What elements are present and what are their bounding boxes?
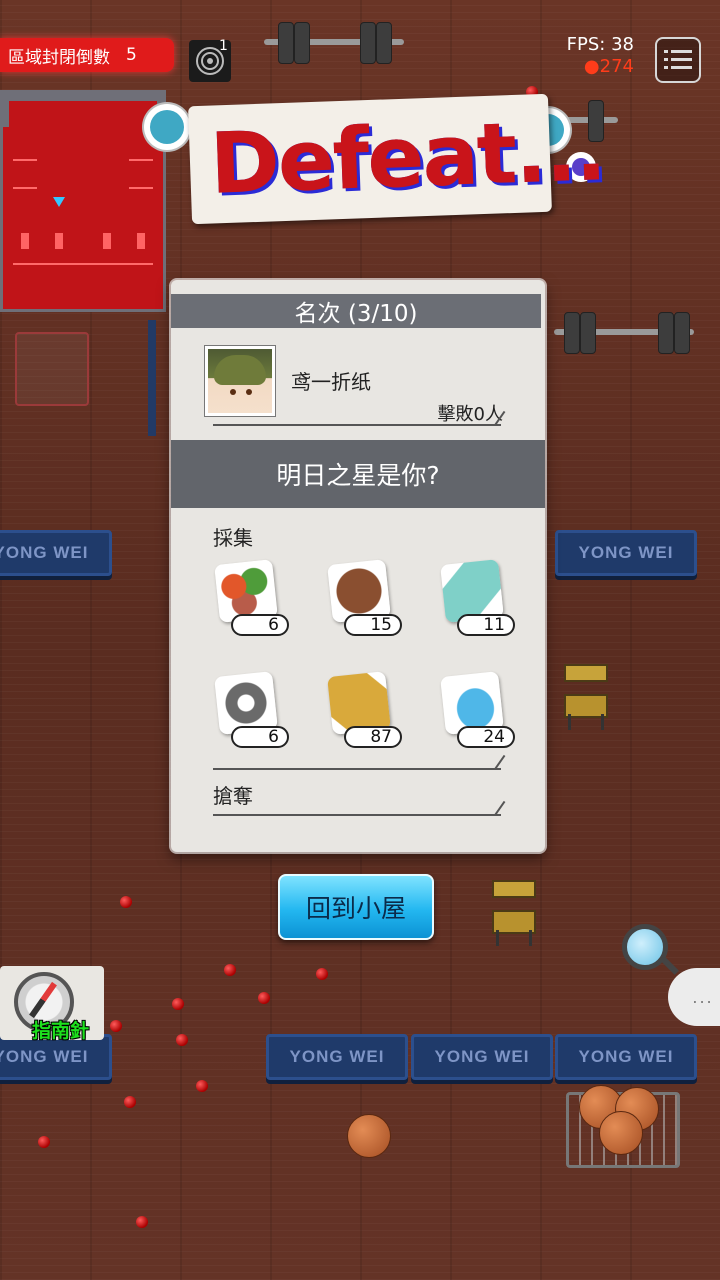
blood-drop bbox=[258, 992, 270, 1004]
bench: YONG WEI bbox=[411, 1034, 553, 1080]
barbell-right-mid bbox=[554, 312, 694, 354]
barbell-top bbox=[264, 22, 404, 64]
bench: YONG WEI bbox=[0, 530, 112, 576]
item-count: 15 bbox=[344, 614, 402, 636]
item-count: 11 bbox=[457, 614, 515, 636]
menu-button[interactable] bbox=[655, 37, 701, 83]
zone-count: 5 bbox=[126, 45, 137, 65]
blood-drop bbox=[224, 964, 236, 976]
defeat-banner: Defeat... bbox=[130, 90, 610, 240]
rank-header: 名次 (3/10) bbox=[171, 294, 541, 328]
zone-label: 區域封閉倒數 bbox=[8, 47, 110, 68]
bench: YONG WEI bbox=[266, 1034, 408, 1080]
blood-drop bbox=[136, 1216, 148, 1228]
chair bbox=[492, 880, 536, 946]
barbell-stand bbox=[148, 320, 156, 436]
return-home-button[interactable]: 回到小屋 bbox=[278, 874, 434, 940]
loot-item-crate: 87 bbox=[324, 671, 408, 758]
loot-item-cloth: 11 bbox=[437, 559, 521, 646]
bench: YONG WEI bbox=[555, 530, 697, 576]
ping-text: 274 bbox=[599, 56, 634, 77]
chair bbox=[564, 664, 608, 730]
basketball bbox=[347, 1114, 391, 1158]
loot-label: 搶奪 bbox=[213, 784, 253, 808]
player-marker-icon bbox=[53, 197, 65, 207]
defeat-title: Defeat... bbox=[208, 101, 607, 213]
loot-item-water-bottle: 24 bbox=[437, 671, 521, 758]
blood-drop bbox=[124, 1096, 136, 1108]
item-count: 87 bbox=[344, 726, 402, 748]
loot-item-gear: 6 bbox=[211, 671, 295, 758]
collect-label: 採集 bbox=[213, 526, 253, 550]
kill-count: 擊敗0人 bbox=[437, 404, 503, 425]
magnifier-icon[interactable] bbox=[622, 924, 668, 970]
blood-drop bbox=[316, 968, 328, 980]
blood-drop bbox=[196, 1080, 208, 1092]
player-name: 鸢一折纸 bbox=[291, 370, 371, 394]
ping-dot-icon: ● bbox=[583, 56, 600, 77]
blood-drop bbox=[176, 1034, 188, 1046]
ball-cart bbox=[566, 1085, 680, 1168]
zone-countdown: 區域封閉倒數 5 bbox=[0, 38, 174, 72]
compass-label: 指南針 bbox=[32, 1020, 90, 1042]
avatar bbox=[204, 345, 276, 417]
fps-text: FPS: 38 bbox=[566, 34, 634, 55]
chat-button[interactable]: ... bbox=[668, 968, 720, 1026]
blood-drop bbox=[120, 896, 132, 908]
blood-drop bbox=[110, 1020, 122, 1032]
radar-count: 1 bbox=[219, 38, 228, 54]
result-message: 明日之星是你? bbox=[171, 440, 545, 508]
item-slot[interactable] bbox=[15, 332, 89, 406]
blood-drop bbox=[172, 998, 184, 1010]
bench: YONG WEI bbox=[555, 1034, 697, 1080]
loot-item-leather: 15 bbox=[324, 559, 408, 646]
list-icon bbox=[664, 50, 692, 69]
blood-drop bbox=[38, 1136, 50, 1148]
item-count: 6 bbox=[231, 614, 289, 636]
result-panel: 名次 (3/10) 鸢一折纸 擊敗0人 明日之星是你? 採集 6 15 11 6… bbox=[171, 280, 545, 852]
item-count: 6 bbox=[231, 726, 289, 748]
loot-item-vegetables: 6 bbox=[211, 559, 295, 646]
fps-display: FPS: 38 ●274 bbox=[567, 34, 634, 78]
item-count: 24 bbox=[457, 726, 515, 748]
